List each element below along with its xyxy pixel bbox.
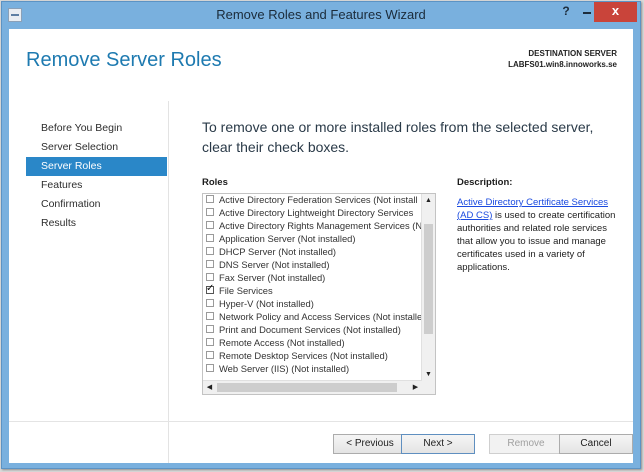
role-label: Active Directory Federation Services (No… <box>219 194 418 205</box>
title-bar[interactable]: Remove Roles and Features Wizard ? x <box>2 2 640 29</box>
description-text: Active Directory Certificate Services (A… <box>457 196 617 274</box>
nav-step-before-you-begin[interactable]: Before You Begin <box>26 119 167 138</box>
role-checkbox[interactable] <box>206 299 214 307</box>
nav-step-server-roles[interactable]: Server Roles <box>26 157 167 176</box>
vertical-scrollbar[interactable]: ▲ ▼ <box>421 194 435 381</box>
nav-divider <box>168 101 169 463</box>
role-list-item[interactable]: Application Server (Not installed) <box>203 232 422 245</box>
roles-list[interactable]: Active Directory Federation Services (No… <box>202 193 436 395</box>
role-list-item[interactable]: DNS Server (Not installed) <box>203 258 422 271</box>
wizard-steps-nav: Before You Begin Server Selection Server R… <box>26 119 167 233</box>
role-label: Application Server (Not installed) <box>219 233 356 244</box>
next-button[interactable]: Next > <box>401 434 475 454</box>
destination-server-value: LABFS01.win8.innoworks.se <box>508 60 617 69</box>
role-list-item[interactable]: DHCP Server (Not installed) <box>203 245 422 258</box>
role-label: Remote Access (Not installed) <box>219 337 345 348</box>
role-label: Active Directory Rights Management Servi… <box>219 220 422 231</box>
role-list-item[interactable]: Active Directory Lightweight Directory S… <box>203 206 422 219</box>
instruction-text: To remove one or more installed roles fr… <box>202 119 594 155</box>
window-title: Remove Roles and Features Wizard <box>216 7 426 22</box>
role-list-item[interactable]: Network Policy and Access Services (Not … <box>203 310 422 323</box>
scroll-up-icon[interactable]: ▲ <box>422 194 435 207</box>
horizontal-scroll-thumb[interactable] <box>217 383 397 392</box>
role-label: Active Directory Lightweight Directory S… <box>219 207 414 218</box>
role-checkbox[interactable] <box>206 325 214 333</box>
role-checkbox[interactable] <box>206 208 214 216</box>
role-list-item[interactable]: Hyper-V (Not installed) <box>203 297 422 310</box>
role-label: Remote Desktop Services (Not installed) <box>219 350 388 361</box>
role-list-item[interactable]: Active Directory Rights Management Servi… <box>203 219 422 232</box>
scroll-left-icon[interactable]: ◀ <box>203 381 216 394</box>
role-label: DHCP Server (Not installed) <box>219 246 337 257</box>
role-checkbox[interactable] <box>206 260 214 268</box>
roles-label: Roles <box>202 177 228 188</box>
role-label: Hyper-V (Not installed) <box>219 298 314 309</box>
destination-server-label: DESTINATION SERVER <box>528 49 617 58</box>
scroll-down-icon[interactable]: ▼ <box>422 368 435 381</box>
help-button[interactable]: ? <box>556 2 576 22</box>
previous-button[interactable]: < Previous <box>333 434 407 454</box>
role-list-item[interactable]: Active Directory Federation Services (No… <box>203 194 422 206</box>
remove-button[interactable]: Remove <box>489 434 563 454</box>
role-checkbox[interactable] <box>206 338 214 346</box>
page-title: Remove Server Roles <box>26 49 222 71</box>
role-list-item[interactable]: File Services <box>203 284 422 297</box>
role-checkbox[interactable] <box>206 234 214 242</box>
role-checkbox[interactable] <box>206 273 214 281</box>
role-checkbox[interactable] <box>206 312 214 320</box>
role-label: File Services <box>219 285 273 296</box>
nav-step-server-selection[interactable]: Server Selection <box>26 138 167 157</box>
description-label: Description: <box>457 177 513 188</box>
role-checkbox[interactable] <box>206 247 214 255</box>
role-checkbox-checked[interactable] <box>206 284 214 295</box>
role-list-item[interactable]: Remote Desktop Services (Not installed) <box>203 349 422 362</box>
role-list-item[interactable]: Web Server (IIS) (Not installed) <box>203 362 422 375</box>
scroll-right-icon[interactable]: ▶ <box>409 381 422 394</box>
wizard-client-area: Remove Server Roles DESTINATION SERVER L… <box>9 29 633 463</box>
role-label: Print and Document Services (Not install… <box>219 324 401 335</box>
nav-step-results[interactable]: Results <box>26 214 167 233</box>
role-label: Fax Server (Not installed) <box>219 272 326 283</box>
scrollbar-corner <box>422 381 435 394</box>
wizard-window: Remove Roles and Features Wizard ? x Rem… <box>1 1 641 469</box>
nav-step-confirmation[interactable]: Confirmation <box>26 195 167 214</box>
role-list-item[interactable]: Print and Document Services (Not install… <box>203 323 422 336</box>
footer-divider <box>9 421 633 422</box>
close-button[interactable]: x <box>594 2 637 22</box>
role-checkbox[interactable] <box>206 221 214 229</box>
role-checkbox[interactable] <box>206 364 214 372</box>
role-label: Network Policy and Access Services (Not … <box>219 311 422 322</box>
minimize-icon <box>583 12 591 14</box>
cancel-button[interactable]: Cancel <box>559 434 633 454</box>
role-checkbox[interactable] <box>206 351 214 359</box>
horizontal-scrollbar[interactable]: ◀ ▶ <box>203 380 422 394</box>
role-list-item[interactable]: Fax Server (Not installed) <box>203 271 422 284</box>
role-list-item[interactable]: Remote Access (Not installed) <box>203 336 422 349</box>
roles-list-rows: Active Directory Federation Services (No… <box>203 194 422 375</box>
role-label: Web Server (IIS) (Not installed) <box>219 363 350 374</box>
role-label: DNS Server (Not installed) <box>219 259 330 270</box>
nav-step-features[interactable]: Features <box>26 176 167 195</box>
vertical-scroll-thumb[interactable] <box>424 224 433 334</box>
role-checkbox[interactable] <box>206 195 214 203</box>
